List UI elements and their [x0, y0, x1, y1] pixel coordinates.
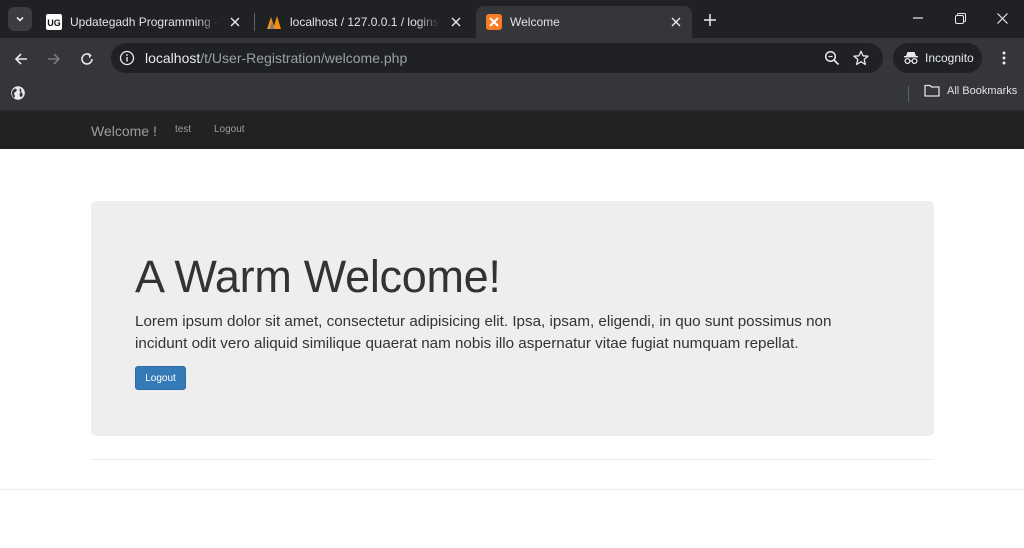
minimize-button[interactable] [902, 6, 934, 30]
browser-toolbar: localhost/t/User-Registration/welcome.ph… [0, 38, 1024, 78]
footer-divider [0, 489, 1024, 490]
close-icon [996, 12, 1008, 24]
url-path: /t/User-Registration/welcome.php [200, 50, 408, 66]
nav-link-test[interactable]: test [175, 124, 191, 135]
browser-menu-button[interactable] [994, 47, 1014, 69]
page-title: A Warm Welcome! [135, 251, 501, 302]
nav-link-logout[interactable]: Logout [214, 124, 245, 135]
back-button[interactable] [8, 46, 34, 72]
incognito-indicator[interactable]: Incognito [893, 43, 982, 73]
bookmarks-separator [908, 86, 909, 102]
bookmarks-bar: All Bookmarks [0, 78, 1024, 111]
chevron-down-icon [16, 16, 24, 22]
reload-icon [81, 53, 93, 65]
navbar-brand[interactable]: Welcome ! [91, 123, 157, 139]
minimize-icon [913, 17, 923, 19]
restore-button[interactable] [944, 6, 976, 30]
tab-title: localhost / 127.0.0.1 / loginsystem [290, 15, 440, 29]
xampp-icon [486, 14, 502, 30]
zoom-icon[interactable] [823, 49, 841, 67]
arrow-right-icon [48, 53, 61, 65]
tab-strip: UG Updategadh Programming - Upda localho… [0, 0, 1024, 38]
tab-search-button[interactable] [8, 7, 32, 31]
plus-icon [704, 14, 716, 26]
forward-button[interactable] [41, 46, 67, 72]
tab-separator [254, 13, 255, 31]
tab-phpmyadmin[interactable]: localhost / 127.0.0.1 / loginsystem [256, 6, 472, 38]
tab-updategadh[interactable]: UG Updategadh Programming - Upda [36, 6, 251, 38]
tab-title: Updategadh Programming - Upda [70, 15, 219, 29]
info-icon[interactable] [119, 50, 135, 66]
welcome-text: Lorem ipsum dolor sit amet, consectetur … [135, 313, 832, 352]
globe-icon[interactable] [10, 85, 28, 103]
tab-welcome[interactable]: Welcome [476, 6, 692, 38]
arrow-left-icon [14, 53, 27, 65]
folder-icon [924, 84, 940, 97]
ug-icon: UG [46, 14, 62, 30]
all-bookmarks-label: All Bookmarks [947, 84, 1018, 97]
new-tab-button[interactable] [699, 9, 721, 31]
bookmark-star-icon[interactable] [852, 49, 870, 67]
close-icon[interactable] [668, 14, 684, 30]
more-vertical-icon [1002, 51, 1006, 65]
incognito-icon [903, 51, 919, 65]
divider [91, 459, 934, 460]
close-icon[interactable] [448, 14, 464, 30]
reload-button[interactable] [74, 46, 100, 72]
close-icon[interactable] [227, 14, 243, 30]
address-bar[interactable]: localhost/t/User-Registration/welcome.ph… [111, 43, 883, 73]
svg-text:UG: UG [47, 18, 61, 28]
close-window-button[interactable] [986, 6, 1018, 30]
incognito-label: Incognito [925, 51, 974, 65]
url-text: localhost/t/User-Registration/welcome.ph… [145, 50, 407, 66]
site-navbar: Welcome ! test Logout [0, 111, 1024, 149]
welcome-jumbotron: A Warm Welcome! Lorem ipsum dolor sit am… [91, 201, 934, 436]
url-host: localhost [145, 50, 201, 66]
restore-icon [954, 12, 966, 24]
logout-button[interactable]: Logout [135, 366, 186, 390]
tab-title: Welcome [510, 15, 560, 29]
phpmyadmin-icon [266, 14, 282, 30]
all-bookmarks-button[interactable]: All Bookmarks [924, 84, 1017, 97]
